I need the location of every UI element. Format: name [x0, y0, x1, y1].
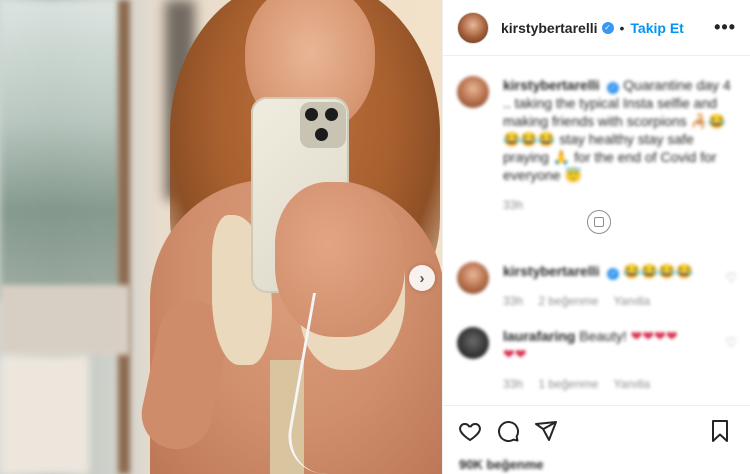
post-photo[interactable]: ›	[0, 0, 442, 474]
separator-dot: •	[619, 19, 625, 36]
caption-body: kirstybertarelli ✓ Quarantine day 4 .. t…	[503, 76, 733, 214]
heart-icon	[459, 422, 481, 441]
comment-item: kirstybertarelli ✓ 😂😂😂😂 33h 2 beğenme Ya…	[443, 262, 750, 310]
comment-likes[interactable]: 1 beğenme	[538, 377, 598, 391]
heart-icon[interactable]: ♡	[725, 335, 737, 351]
post-header: kirstybertarelli ✓ • Takip Et •••	[443, 0, 750, 56]
like-button[interactable]	[457, 418, 483, 444]
bookmark-icon	[712, 419, 728, 442]
comment-item: laurafaring Beauty! ❤❤❤❤ ❤❤ 33h 1 beğenm…	[443, 327, 750, 393]
comment-time[interactable]: 33h	[503, 294, 523, 308]
comment-time[interactable]: 33h	[503, 377, 523, 391]
load-more-comments-icon[interactable]	[587, 210, 611, 234]
comment-hearts-2: ❤❤	[503, 346, 527, 362]
avatar[interactable]	[457, 262, 489, 294]
comment-body: kirstybertarelli ✓ 😂😂😂😂 33h 2 beğenme Ya…	[503, 262, 733, 310]
comment-time[interactable]: 33h	[503, 198, 523, 212]
comment-meta: 33h	[503, 196, 733, 214]
like-count[interactable]: 90K beğenme	[459, 457, 544, 472]
comment-username[interactable]: kirstybertarelli	[503, 77, 600, 93]
comment-likes[interactable]: 2 beğenme	[538, 294, 598, 308]
photo-camera-lens	[325, 108, 338, 121]
verified-badge-icon: ✓	[607, 82, 620, 94]
reply-button[interactable]: Yanıtla	[614, 294, 650, 308]
photo-desk	[0, 285, 130, 355]
comment-username[interactable]: kirstybertarelli	[503, 263, 600, 279]
share-icon	[535, 420, 557, 441]
photo-window-background	[0, 0, 120, 300]
comment-hearts: ❤❤❤❤	[630, 328, 678, 344]
verified-badge-icon: ✓	[607, 268, 620, 280]
more-options-icon[interactable]: •••	[714, 17, 736, 38]
comment-text: 😂😂😂😂	[623, 263, 694, 279]
caption: kirstybertarelli ✓ Quarantine day 4 .. t…	[443, 76, 750, 214]
comment-icon	[498, 420, 520, 442]
photo-window-frame	[118, 0, 130, 474]
action-bar	[443, 405, 750, 455]
verified-badge-icon: ✓	[601, 21, 614, 34]
photo-desk-lower	[0, 355, 90, 474]
caption-emoji-2: 🙏	[552, 149, 571, 165]
photo-camera-lens	[305, 108, 318, 121]
avatar[interactable]	[457, 76, 489, 108]
save-button[interactable]	[707, 418, 733, 444]
avatar[interactable]	[457, 11, 489, 44]
chevron-right-icon: ›	[419, 269, 425, 287]
username-link[interactable]: kirstybertarelli	[501, 20, 598, 36]
comment-meta: 33h 2 beğenme Yanıtla	[503, 292, 733, 310]
next-photo-button[interactable]: ›	[409, 265, 435, 291]
comment-meta: 33h 1 beğenme Yanıtla	[503, 375, 733, 393]
comment-text: Beauty!	[579, 328, 627, 344]
comment-username[interactable]: laurafaring	[503, 328, 575, 344]
share-button[interactable]	[533, 418, 559, 444]
avatar[interactable]	[457, 327, 489, 359]
reply-button[interactable]: Yanıtla	[614, 377, 650, 391]
comment-body: laurafaring Beauty! ❤❤❤❤ ❤❤ 33h 1 beğenm…	[503, 327, 733, 393]
post-sidebar: kirstybertarelli ✓ • Takip Et ••• kirsty…	[442, 0, 750, 474]
caption-emoji-3: 😇	[564, 167, 582, 183]
follow-button[interactable]: Takip Et	[630, 20, 683, 36]
photo-camera-lens	[315, 128, 328, 141]
heart-icon[interactable]: ♡	[725, 270, 737, 286]
comment-button[interactable]	[495, 418, 521, 444]
